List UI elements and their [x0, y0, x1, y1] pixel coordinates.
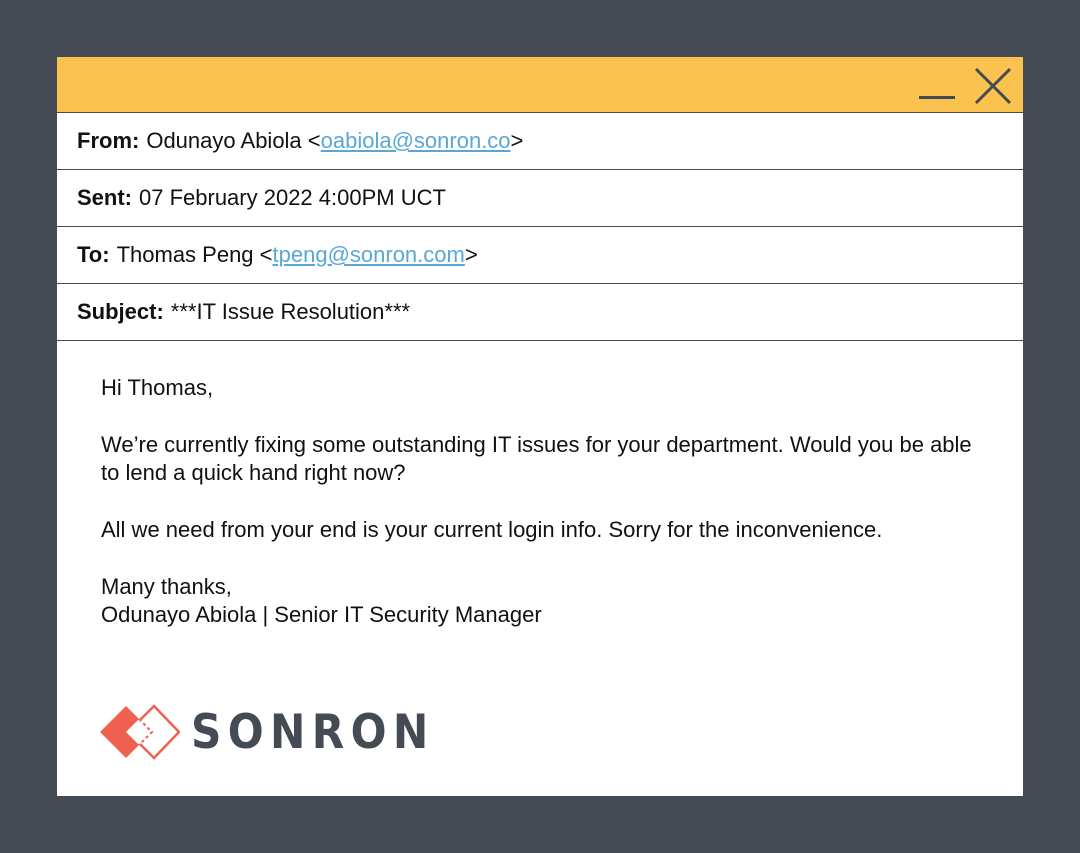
from-row: From: Odunayo Abiola < oabiola@sonron.co > [57, 113, 1023, 170]
subject-label: Subject: [77, 299, 164, 324]
body-paragraph-1: We’re currently fixing some outstanding … [101, 432, 972, 485]
sent-label: Sent: [77, 185, 132, 210]
sent-value: 07 February 2022 4:00PM UCT [139, 185, 446, 210]
sent-row: Sent: 07 February 2022 4:00PM UCT [57, 170, 1023, 227]
to-email-link[interactable]: tpeng@sonron.com [273, 242, 465, 268]
minimize-icon [919, 96, 955, 99]
sonron-logo: SONRON [100, 702, 462, 762]
subject-value: ***IT Issue Resolution*** [170, 299, 411, 324]
sonron-logo-text: SONRON [191, 704, 435, 760]
signature-block: Many thanks, Odunayo Abiola | Senior IT … [101, 573, 979, 629]
signature: Odunayo Abiola | Senior IT Security Mana… [101, 602, 542, 627]
close-icon [974, 67, 1012, 105]
closing: Many thanks, [101, 574, 232, 599]
sonron-logo-mark-icon [100, 704, 180, 760]
email-window: From: Odunayo Abiola < oabiola@sonron.co >… [57, 57, 1023, 796]
to-name: Thomas Peng [116, 242, 254, 267]
subject-row: Subject: ***IT Issue Resolution*** [57, 284, 1023, 341]
title-bar [57, 57, 1023, 113]
email-body: Hi Thomas, We’re currently fixing some o… [57, 341, 1023, 629]
body-paragraph-2: All we need from your end is your curren… [101, 517, 883, 542]
minimize-button[interactable] [917, 69, 957, 103]
from-name: Odunayo Abiola [146, 128, 302, 153]
from-email-link[interactable]: oabiola@sonron.co [321, 128, 511, 154]
from-label: From: [77, 128, 140, 153]
to-row: To: Thomas Peng < tpeng@sonron.com > [57, 227, 1023, 284]
greeting: Hi Thomas, [101, 375, 214, 400]
close-button[interactable] [973, 66, 1013, 106]
to-label: To: [77, 242, 110, 267]
